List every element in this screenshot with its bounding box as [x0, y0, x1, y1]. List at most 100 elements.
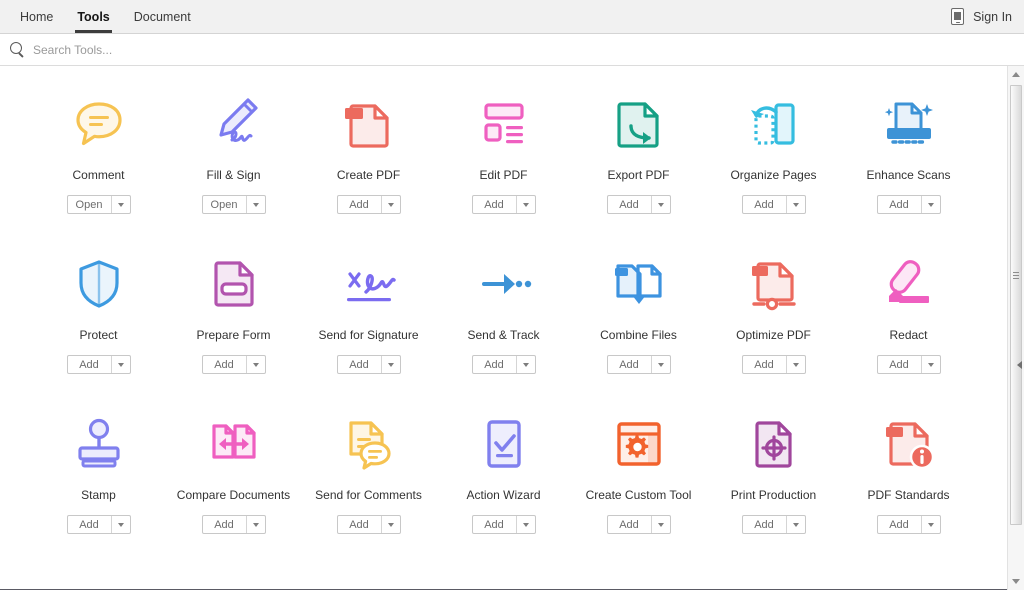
rubber-stamp-icon[interactable] [67, 412, 131, 476]
tool-action-label: Add [743, 356, 786, 373]
tool-action-button[interactable]: Add [742, 195, 806, 214]
sign-in-button[interactable]: Sign In [973, 10, 1012, 24]
chevron-down-icon[interactable] [247, 196, 265, 213]
window-gear-icon[interactable] [607, 412, 671, 476]
chevron-down-icon[interactable] [382, 356, 400, 373]
edit-pdf-layout-icon[interactable] [472, 92, 536, 156]
tool-action-button[interactable]: Add [202, 355, 266, 374]
scroll-up-arrow-icon[interactable] [1008, 66, 1024, 83]
chevron-down-icon[interactable] [652, 356, 670, 373]
tool-action-button[interactable]: Add [472, 515, 536, 534]
export-pdf-arrow-icon[interactable] [607, 92, 671, 156]
chevron-down-icon[interactable] [787, 356, 805, 373]
menu-tab-tools[interactable]: Tools [65, 0, 121, 33]
scroll-down-arrow-icon[interactable] [1008, 573, 1024, 590]
chevron-down-icon[interactable] [787, 516, 805, 533]
tool-action-label: Add [68, 356, 111, 373]
optimize-slider-doc-icon[interactable] [742, 252, 806, 316]
tool-action-button[interactable]: Add [607, 355, 671, 374]
tool-action-button[interactable]: Add [877, 195, 941, 214]
tool-action-button[interactable]: Open [202, 195, 266, 214]
tool-action-button[interactable]: Add [877, 515, 941, 534]
chevron-down-icon[interactable] [517, 196, 535, 213]
chevron-down-icon[interactable] [517, 516, 535, 533]
tool-label: Organize Pages [730, 168, 816, 182]
comment-bubble-icon[interactable] [67, 92, 131, 156]
chevron-down-icon[interactable] [652, 196, 670, 213]
tool-card: Send & TrackAdd [436, 252, 571, 412]
tool-action-button[interactable]: Add [472, 195, 536, 214]
compare-docs-arrow-icon[interactable] [202, 412, 266, 476]
scanner-sparkle-icon[interactable] [877, 92, 941, 156]
search-input[interactable] [33, 43, 433, 57]
tools-scroll-region: CommentOpen Fill & SignOpen Create PDFAd… [0, 66, 1007, 590]
chevron-down-icon[interactable] [247, 356, 265, 373]
doc-comment-bubble-icon[interactable] [337, 412, 401, 476]
tool-card: Action WizardAdd [436, 412, 571, 572]
tool-label: Print Production [731, 488, 816, 502]
chevron-down-icon[interactable] [112, 516, 130, 533]
chevron-down-icon[interactable] [787, 196, 805, 213]
registration-mark-doc-icon[interactable] [742, 412, 806, 476]
menu-tab-home[interactable]: Home [8, 0, 65, 33]
arrow-dots-icon[interactable] [472, 252, 536, 316]
doc-info-badge-icon[interactable] [877, 412, 941, 476]
menubar-right-group: Sign In [951, 0, 1024, 33]
combine-files-icon[interactable] [607, 252, 671, 316]
pen-signature-icon[interactable] [202, 92, 266, 156]
chevron-down-icon[interactable] [652, 516, 670, 533]
organize-pages-icon[interactable] [742, 92, 806, 156]
chevron-down-icon[interactable] [922, 356, 940, 373]
tool-action-button[interactable]: Add [742, 355, 806, 374]
tool-action-button[interactable]: Add [337, 195, 401, 214]
tool-label: Fill & Sign [206, 168, 260, 182]
signature-x-line-icon[interactable] [337, 252, 401, 316]
tool-card: Organize Pages Add [706, 92, 841, 252]
panel-collapse-arrow-icon[interactable] [1015, 354, 1024, 376]
highlighter-marker-icon[interactable] [877, 252, 941, 316]
tool-action-label: Open [203, 196, 246, 213]
tool-action-label: Add [608, 516, 651, 533]
scrollbar-thumb[interactable] [1010, 85, 1022, 525]
tool-card: Enhance ScansAdd [841, 92, 976, 252]
menu-tab-document[interactable]: Document [122, 0, 203, 33]
chevron-down-icon[interactable] [112, 356, 130, 373]
mobile-device-icon[interactable] [951, 8, 964, 25]
tool-action-button[interactable]: Add [337, 515, 401, 534]
checkmark-doc-icon[interactable] [472, 412, 536, 476]
form-field-doc-icon[interactable] [202, 252, 266, 316]
chevron-down-icon[interactable] [382, 196, 400, 213]
tool-action-button[interactable]: Add [337, 355, 401, 374]
tool-action-label: Add [878, 516, 921, 533]
tool-action-label: Add [203, 516, 246, 533]
tool-action-button[interactable]: Add [607, 195, 671, 214]
shield-icon[interactable] [67, 252, 131, 316]
tool-label: Send for Signature [318, 328, 418, 342]
tool-action-button[interactable]: Open [67, 195, 131, 214]
tool-label: Compare Documents [177, 488, 290, 502]
tool-action-button[interactable]: Add [67, 355, 131, 374]
tool-card: Combine FilesAdd [571, 252, 706, 412]
search-bar [0, 34, 1024, 66]
tool-action-button[interactable]: Add [607, 515, 671, 534]
chevron-down-icon[interactable] [922, 516, 940, 533]
tool-action-button[interactable]: Add [742, 515, 806, 534]
chevron-down-icon[interactable] [517, 356, 535, 373]
tool-action-label: Add [338, 356, 381, 373]
tool-card: Edit PDFAdd [436, 92, 571, 252]
tool-action-button[interactable]: Add [877, 355, 941, 374]
tool-action-button[interactable]: Add [202, 515, 266, 534]
vertical-scrollbar[interactable] [1007, 66, 1024, 590]
chevron-down-icon[interactable] [382, 516, 400, 533]
tool-card: Compare Documents Add [166, 412, 301, 572]
tool-label: Export PDF [607, 168, 669, 182]
chevron-down-icon[interactable] [112, 196, 130, 213]
menu-tab-document-label: Document [134, 10, 191, 24]
tool-action-button[interactable]: Add [67, 515, 131, 534]
chevron-down-icon[interactable] [247, 516, 265, 533]
chevron-down-icon[interactable] [922, 196, 940, 213]
create-pdf-doc-icon[interactable] [337, 92, 401, 156]
tool-action-button[interactable]: Add [472, 355, 536, 374]
tool-action-label: Add [68, 516, 111, 533]
tool-card: CommentOpen [31, 92, 166, 252]
